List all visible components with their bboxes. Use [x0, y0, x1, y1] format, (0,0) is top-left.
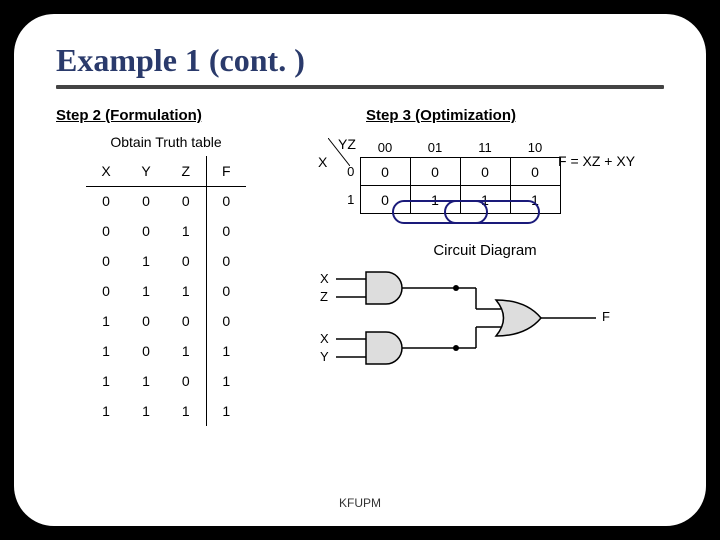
boolean-formula: F = XZ + XY [558, 153, 635, 169]
left-column: Step 2 (Formulation) Obtain Truth table … [56, 107, 276, 426]
step2-subheading: Obtain Truth table [56, 134, 276, 150]
circuit-heading: Circuit Diagram [306, 242, 664, 259]
truth-col-x: X [86, 156, 126, 186]
table-row: 0 0 1 0 [86, 216, 246, 246]
title-underline [56, 85, 664, 89]
table-row: 1 1 1 1 [86, 396, 246, 426]
input-x-bottom: X [320, 331, 329, 346]
table-row: 0 0 0 0 [86, 186, 246, 216]
truth-col-y: Y [126, 156, 166, 186]
kmap-table: 00 01 11 10 0 0 0 0 0 1 0 [342, 138, 561, 214]
truth-col-f: F [206, 156, 246, 186]
logic-gates-svg [316, 267, 636, 397]
truth-table: X Y Z F 0 0 0 0 0 0 [86, 156, 246, 426]
slide: Example 1 (cont. ) Step 2 (Formulation) … [14, 14, 706, 526]
table-row: 1 1 0 1 [86, 366, 246, 396]
step2-heading: Step 2 (Formulation) [56, 107, 276, 124]
table-row: 0 1 0 0 [86, 246, 246, 276]
table-row: 1 0 0 0 [86, 306, 246, 336]
input-x-top: X [320, 271, 329, 286]
footer: KFUPM [14, 496, 706, 510]
page-title: Example 1 (cont. ) [56, 42, 664, 85]
input-y: Y [320, 349, 329, 364]
right-column: Step 3 (Optimization) YZ X 00 01 11 10 0 [306, 107, 664, 426]
kmap-x-label: X [318, 154, 327, 170]
truth-col-z: Z [166, 156, 206, 186]
kmap: YZ X 00 01 11 10 0 0 0 0 [314, 138, 664, 214]
output-f: F [602, 309, 610, 324]
circuit-diagram: X Z X Y F [316, 267, 636, 397]
table-row: 1 0 1 1 [86, 336, 246, 366]
input-z: Z [320, 289, 328, 304]
table-row: 0 1 1 0 [86, 276, 246, 306]
content-area: Step 2 (Formulation) Obtain Truth table … [56, 107, 664, 426]
step3-heading: Step 3 (Optimization) [366, 107, 664, 124]
